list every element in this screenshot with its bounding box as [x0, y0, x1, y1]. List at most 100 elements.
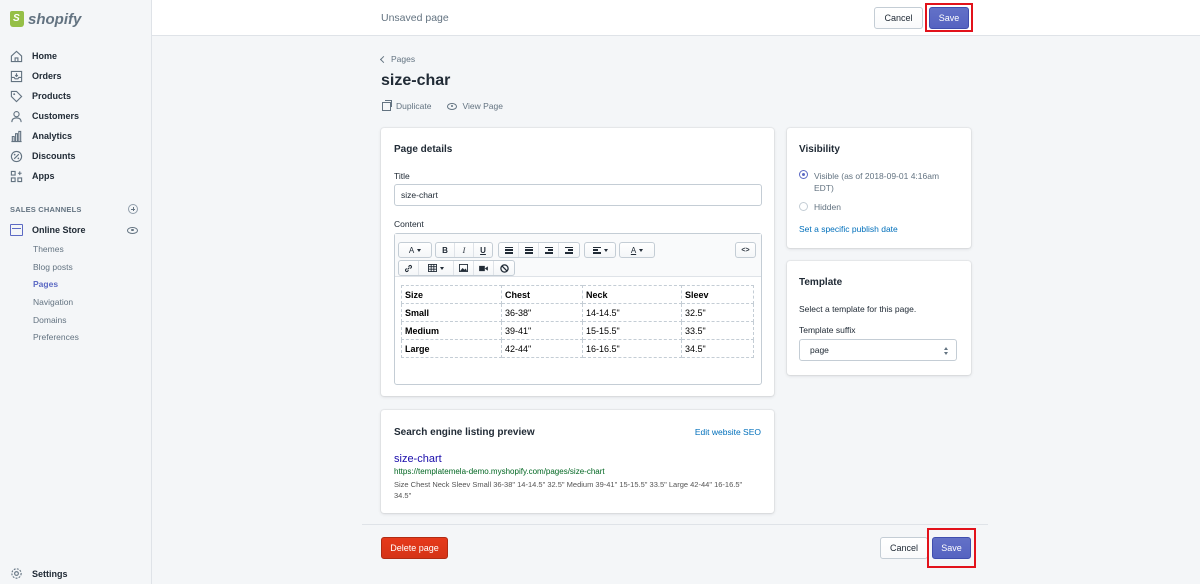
table-icon — [428, 264, 437, 272]
seo-heading: Search engine listing preview — [394, 427, 535, 438]
select-arrows-icon — [944, 347, 949, 355]
page-details-card: Page details Title size-chart Content A … — [381, 128, 774, 396]
sidebar-item-settings[interactable]: Settings — [10, 567, 68, 580]
caret-down-icon — [440, 266, 444, 270]
align-group — [584, 242, 616, 258]
sidebar-item-orders[interactable]: Orders — [0, 66, 152, 86]
list-group — [498, 242, 580, 258]
numbered-list-button[interactable] — [519, 243, 539, 257]
seo-preview-url: https://templatemela-demo.myshopify.com/… — [394, 467, 605, 476]
color-group: A — [619, 242, 655, 258]
content-label: Content — [394, 219, 424, 229]
underline-button[interactable]: U — [474, 243, 492, 257]
add-channel-icon[interactable] — [128, 204, 138, 214]
discount-icon — [10, 150, 23, 163]
insert-group — [398, 260, 515, 276]
clear-format-button[interactable] — [494, 261, 514, 275]
online-store-label: Online Store — [32, 225, 86, 235]
online-store-subnav: Themes Blog posts Pages Navigation Domai… — [33, 240, 79, 346]
breadcrumb[interactable]: Pages — [379, 54, 416, 64]
edit-seo-link[interactable]: Edit website SEO — [695, 427, 761, 437]
visible-radio[interactable] — [799, 170, 808, 179]
publish-date-link[interactable]: Set a specific publish date — [799, 224, 898, 234]
delete-page-button[interactable]: Delete page — [381, 537, 448, 559]
breadcrumb-pages: Pages — [391, 54, 416, 64]
orders-icon — [10, 70, 23, 83]
align-left-icon — [592, 246, 601, 254]
table-header-cell: Chest — [501, 285, 583, 304]
bold-button[interactable]: B — [436, 243, 455, 257]
subnav-domains[interactable]: Domains — [33, 311, 79, 329]
top-cancel-button[interactable]: Cancel — [874, 7, 923, 29]
apps-icon — [10, 170, 23, 183]
sidebar-item-products[interactable]: Products — [0, 86, 152, 106]
table-cell: 39-41" — [501, 321, 583, 340]
sales-channels-label: SALES CHANNELS — [10, 204, 82, 214]
unsaved-status: Unsaved page — [381, 12, 449, 24]
view-page-label: View Page — [462, 101, 503, 111]
subnav-preferences[interactable]: Preferences — [33, 328, 79, 346]
subnav-pages[interactable]: Pages — [33, 275, 79, 293]
indent-button[interactable] — [559, 243, 579, 257]
font-icon: A — [408, 245, 415, 255]
template-card: Template Select a template for this page… — [787, 261, 971, 375]
indent-icon — [565, 246, 573, 254]
view-page-button[interactable]: View Page — [447, 101, 503, 111]
seo-preview-title: size-chart — [394, 453, 442, 465]
duplicate-button[interactable]: Duplicate — [382, 99, 431, 111]
video-button[interactable] — [474, 261, 494, 275]
sidebar-item-customers[interactable]: Customers — [0, 106, 152, 126]
link-icon — [404, 264, 413, 272]
table-row: Medium 39-41" 15-15.5" 33.5" — [401, 321, 754, 340]
footer-save-button[interactable]: Save — [932, 537, 971, 559]
sidebar-item-apps[interactable]: Apps — [0, 166, 152, 186]
bar-chart-icon — [10, 130, 23, 143]
template-description: Select a template for this page. — [799, 304, 917, 314]
gear-icon — [10, 567, 23, 580]
title-label: Title — [394, 171, 410, 181]
outdent-icon — [544, 246, 553, 254]
page-title: size-char — [381, 72, 451, 89]
view-store-icon[interactable] — [127, 226, 138, 234]
template-suffix-label: Template suffix — [799, 325, 856, 335]
sidebar-item-analytics[interactable]: Analytics — [0, 126, 152, 146]
hidden-option-label[interactable]: Hidden — [814, 202, 841, 212]
table-dropdown[interactable] — [419, 261, 454, 275]
image-button[interactable] — [454, 261, 474, 275]
table-header-row: Size Chest Neck Sleev — [401, 285, 754, 304]
top-save-button[interactable]: Save — [929, 7, 969, 29]
bullet-list-button[interactable] — [499, 243, 519, 257]
visibility-card: Visibility Visible (as of 2018-09-01 4:1… — [787, 128, 971, 248]
table-cell: 14-14.5" — [582, 303, 682, 322]
title-input[interactable]: size-chart — [394, 184, 762, 206]
html-code-button[interactable]: <> — [736, 243, 755, 257]
size-chart-table[interactable]: Size Chest Neck Sleev Small 36-38" 14-14… — [401, 285, 754, 358]
text-color-dropdown[interactable]: A — [620, 243, 654, 257]
font-dropdown[interactable]: A — [399, 243, 431, 257]
link-button[interactable] — [399, 261, 419, 275]
hidden-radio[interactable] — [799, 202, 808, 211]
sidebar-item-discounts[interactable]: Discounts — [0, 146, 152, 166]
settings-label: Settings — [32, 568, 68, 579]
italic-button[interactable]: I — [455, 243, 474, 257]
visible-option-label[interactable]: Visible (as of 2018-09-01 4:16am EDT) — [814, 170, 939, 194]
subnav-navigation[interactable]: Navigation — [33, 293, 79, 311]
sidebar-item-label: Orders — [32, 71, 62, 81]
sidebar-item-home[interactable]: Home — [0, 46, 152, 66]
table-cell: 34.5" — [681, 339, 754, 358]
text-color-icon: A — [630, 245, 637, 255]
table-header-cell: Neck — [582, 285, 682, 304]
table-row: Large 42-44" 16-16.5" 34.5" — [401, 339, 754, 358]
footer-cancel-button[interactable]: Cancel — [880, 537, 928, 559]
subnav-themes[interactable]: Themes — [33, 240, 79, 258]
bullet-list-icon — [504, 246, 513, 254]
sidebar-item-label: Products — [32, 91, 72, 101]
sidebar-item-online-store[interactable]: Online Store — [10, 223, 138, 237]
outdent-button[interactable] — [539, 243, 559, 257]
person-icon — [10, 110, 23, 123]
template-suffix-select[interactable]: page — [799, 339, 957, 361]
align-dropdown[interactable] — [585, 243, 615, 257]
content-editor[interactable]: A B I U A <> Size Chest Neck Sleev Small… — [394, 233, 762, 385]
subnav-blog-posts[interactable]: Blog posts — [33, 258, 79, 276]
shopify-logo[interactable]: shopify — [10, 9, 81, 29]
